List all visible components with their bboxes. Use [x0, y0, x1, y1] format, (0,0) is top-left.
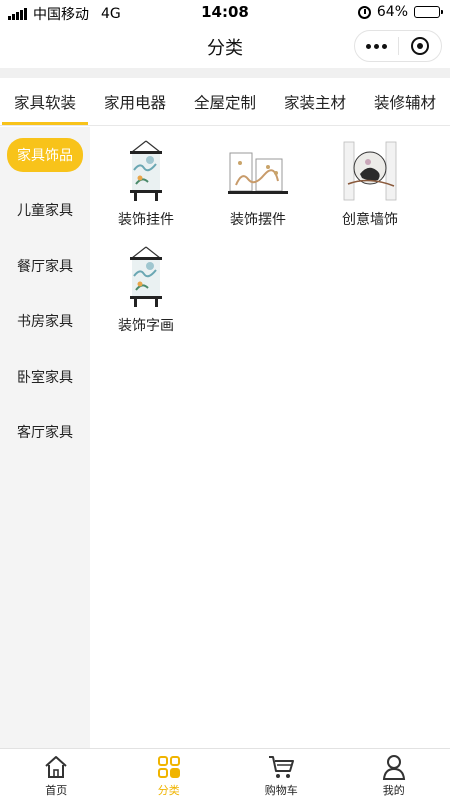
sidebar-item-6[interactable]: 客厅家具: [0, 405, 90, 461]
top-category-tabs: 家具软装 家用电器 全屋定制 家装主材 装修辅材: [0, 78, 450, 126]
nav-item-3[interactable]: 购物车: [225, 749, 338, 800]
nav-label: 购物车: [264, 784, 298, 797]
tab-label: 家装主材: [283, 93, 346, 112]
battery-icon: [414, 6, 443, 18]
sidebar-item-2[interactable]: 儿童家具: [0, 183, 90, 239]
home-icon: [41, 753, 71, 781]
mini-program-capsule: [354, 30, 442, 62]
tab-2[interactable]: 家用电器: [90, 78, 180, 125]
sidebar-item-label: 餐厅家具: [17, 258, 73, 275]
alarm-icon: [357, 5, 371, 19]
subcategory-label: 装饰字画: [118, 318, 174, 334]
nav-label: 首页: [45, 784, 68, 797]
subcategory-grid: 装饰挂件 装饰摆件 创意墙饰 装饰字画: [90, 139, 450, 351]
bottom-nav: 首页 分类 购物车 我的: [0, 748, 450, 800]
tab-label: 家具软装: [13, 93, 76, 112]
hanging-scroll-icon: [114, 245, 178, 309]
subcategory-label: 创意墙饰: [342, 212, 398, 228]
nav-item-2[interactable]: 分类: [113, 749, 226, 800]
sidebar-item-4[interactable]: 书房家具: [0, 294, 90, 350]
title-bar: 分类: [0, 24, 450, 68]
sidebar-item-1[interactable]: 家具饰品: [0, 127, 90, 183]
tab-label: 全屋定制: [193, 93, 256, 112]
sidebar-item-label: 儿童家具: [17, 203, 73, 220]
battery-percent: 64%: [376, 4, 408, 20]
more-dots-icon[interactable]: [355, 31, 398, 61]
ornament-frames-icon: [226, 139, 290, 203]
user-icon: [379, 753, 409, 781]
sidebar-item-label: 家具饰品: [7, 137, 83, 172]
category-grid-icon: [154, 753, 184, 781]
nav-label: 我的: [382, 784, 405, 797]
status-bar: 中国移动 4G 14:08 64%: [0, 0, 450, 24]
nav-label: 分类: [157, 784, 180, 797]
sidebar: 家具饰品儿童家具餐厅家具书房家具卧室家具客厅家具: [0, 127, 90, 748]
subcategory-label: 装饰摆件: [230, 212, 286, 228]
sidebar-item-label: 书房家具: [17, 314, 73, 331]
nav-item-4[interactable]: 我的: [338, 749, 450, 800]
subcategory-item[interactable]: 装饰挂件: [90, 139, 202, 245]
sidebar-item-5[interactable]: 卧室家具: [0, 349, 90, 405]
tab-5[interactable]: 装修辅材: [360, 78, 450, 125]
subcategory-label: 装饰挂件: [118, 212, 174, 228]
subcategory-panel: 装饰挂件 装饰摆件 创意墙饰 装饰字画: [90, 127, 450, 748]
subcategory-item[interactable]: 创意墙饰: [314, 139, 426, 245]
wall-art-icon: [338, 139, 402, 203]
tab-3[interactable]: 全屋定制: [180, 78, 270, 125]
subcategory-item[interactable]: 装饰字画: [90, 245, 202, 351]
tab-label: 装修辅材: [373, 93, 436, 112]
status-right: 64%: [357, 4, 443, 20]
target-close-icon[interactable]: [399, 31, 441, 61]
header-divider: [0, 68, 450, 78]
cart-icon: [266, 753, 296, 781]
subcategory-item[interactable]: 装饰摆件: [202, 139, 314, 245]
tab-label: 家用电器: [103, 93, 166, 112]
tab-4[interactable]: 家装主材: [270, 78, 360, 125]
sidebar-item-3[interactable]: 餐厅家具: [0, 238, 90, 294]
tab-1[interactable]: 家具软装: [0, 78, 90, 125]
sidebar-item-label: 卧室家具: [17, 369, 73, 386]
sidebar-item-label: 客厅家具: [17, 425, 73, 442]
hanging-scroll-icon: [114, 139, 178, 203]
nav-item-1[interactable]: 首页: [0, 749, 113, 800]
